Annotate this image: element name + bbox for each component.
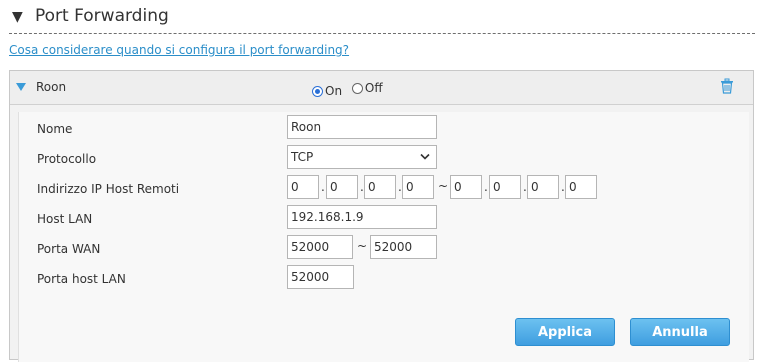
host-lan-label: Host LAN <box>37 212 93 226</box>
ip-dot: . <box>321 180 325 194</box>
collapse-toggle-icon[interactable]: ▼ <box>12 9 23 25</box>
host-lan-input[interactable]: 192.168.1.9 <box>287 205 437 229</box>
radio-on[interactable]: On <box>312 84 342 98</box>
remote-ip-start-octet-2[interactable]: 0 <box>326 175 358 199</box>
remote-ip-end-octet-4[interactable]: 0 <box>565 175 597 199</box>
cancel-button[interactable]: Annulla <box>630 318 730 346</box>
porta-wan-start-input[interactable]: 52000 <box>287 235 353 259</box>
chevron-down-icon <box>420 153 430 160</box>
porta-wan-end-input[interactable]: 52000 <box>370 235 437 259</box>
help-link[interactable]: Cosa considerare quando si configura il … <box>9 43 349 57</box>
remote-ip-start-octet-3[interactable]: 0 <box>364 175 396 199</box>
ip-dot: . <box>484 180 488 194</box>
radio-off-label: Off <box>364 81 383 95</box>
remote-ip-end-octet-3[interactable]: 0 <box>527 175 559 199</box>
protocollo-label: Protocollo <box>37 152 97 166</box>
remote-ip-start-octet-1[interactable]: 0 <box>287 175 319 199</box>
radio-off-indicator[interactable] <box>351 82 363 94</box>
ip-range-separator: ~ <box>438 179 449 193</box>
porta-host-lan-label: Porta host LAN <box>37 272 126 286</box>
remote-ip-label: Indirizzo IP Host Remoti <box>37 182 180 196</box>
radio-on-label: On <box>325 84 343 98</box>
remote-ip-end-octet-2[interactable]: 0 <box>489 175 521 199</box>
expand-triangle-icon[interactable] <box>16 83 26 91</box>
apply-button[interactable]: Applica <box>515 318 615 346</box>
port-range-separator: ~ <box>357 239 368 253</box>
section-title: Port Forwarding <box>35 6 169 26</box>
rule-name: Roon <box>36 80 67 94</box>
radio-off[interactable]: Off <box>351 81 383 95</box>
protocollo-selected-value: TCP <box>291 150 314 164</box>
trash-icon[interactable] <box>719 78 735 98</box>
rule-panel: Roon On Off Nome Roon Protocollo TCP Ind… <box>9 70 754 362</box>
protocollo-select[interactable]: TCP <box>287 145 437 169</box>
section-header: ▼ Port Forwarding <box>9 4 755 32</box>
porta-wan-label: Porta WAN <box>37 242 101 256</box>
status-radio-group: On Off <box>312 81 389 98</box>
nome-label: Nome <box>37 122 73 136</box>
rule-header: Roon On Off <box>10 71 753 105</box>
rule-form: Nome Roon Protocollo TCP Indirizzo IP Ho… <box>18 112 749 362</box>
remote-ip-end-octet-1[interactable]: 0 <box>450 175 482 199</box>
porta-host-lan-input[interactable]: 52000 <box>287 265 354 289</box>
remote-ip-start-octet-4[interactable]: 0 <box>402 175 434 199</box>
radio-on-indicator[interactable] <box>312 85 323 97</box>
section-divider <box>9 33 755 34</box>
nome-input[interactable]: Roon <box>287 115 437 139</box>
